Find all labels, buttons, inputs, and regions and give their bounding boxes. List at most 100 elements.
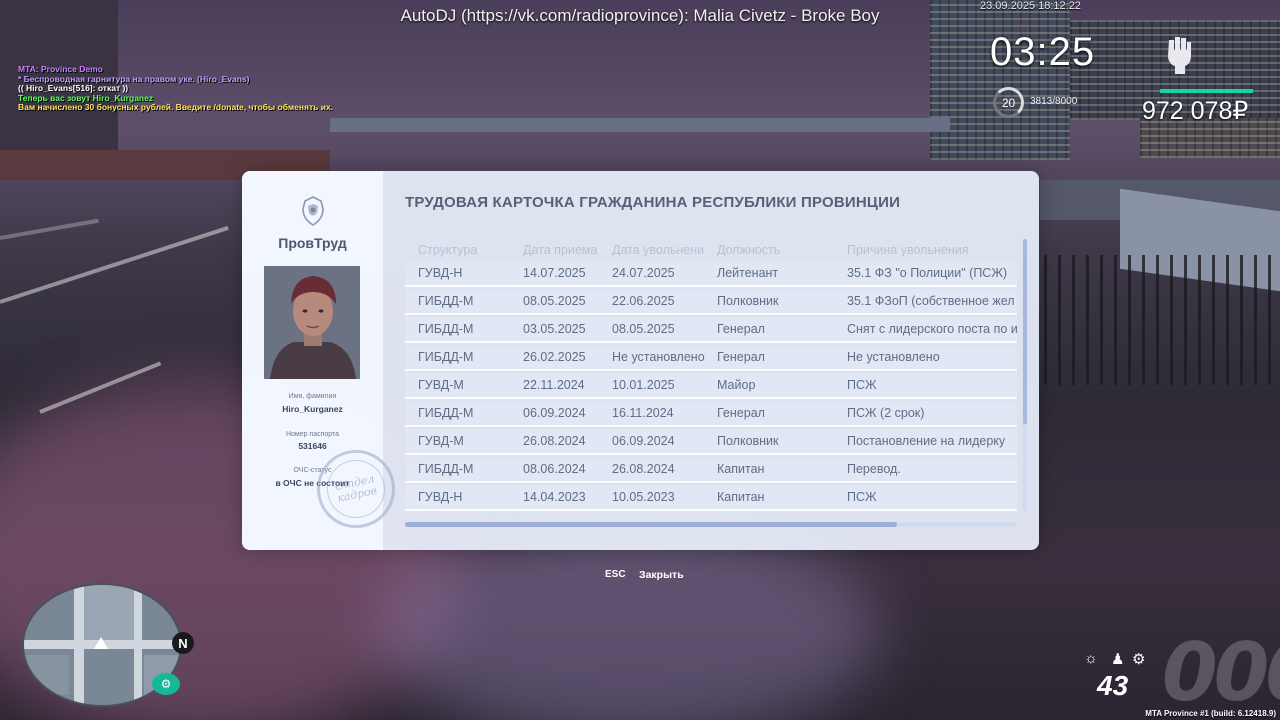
table-cell: 22.06.2025 [612,294,675,308]
road-marking [0,218,99,240]
player-arrow-icon [94,637,108,649]
experience-progress: 3813/8000 [1030,96,1078,107]
table-cell: ГУВД-М [418,378,464,392]
column-header: Должность [717,243,781,257]
headlights-icon: ☼ [1084,650,1098,667]
chat-log: MTA: Province Demo * Беспроводная гарнит… [18,64,334,113]
table-cell: ГУВД-Н [418,266,463,280]
table-cell: 16.11.2024 [612,406,674,420]
table-cell: 06.09.2024 [523,406,586,420]
table-row: ГИБДД-М 26.02.2025 Не установлено Генерал Не… [405,345,1017,371]
table-cell: 14.04.2023 [523,490,586,504]
table-cell: ГИБДД-М [418,406,474,420]
table-cell: ГИБДД-М [418,350,474,364]
table-cell: Полковник [717,294,779,308]
column-header: Причина увольнения [847,243,969,257]
north-compass-icon: N [172,632,194,654]
table-cell: ПСЖ (2 срок) [847,406,925,420]
map-block [24,655,69,695]
map-block [84,585,134,645]
table-cell: Лейтенант [717,266,779,280]
name-label: Имя, фамилия [288,393,337,400]
hr-stamp: Отдел кадров [309,442,403,536]
engine-icon: ⚙ [1132,651,1146,668]
map-road [134,585,142,705]
railing [1030,255,1280,385]
table-row: ГУВД-М 26.08.2024 06.09.2024 Полковник Поста… [405,429,1017,455]
portrait-image [264,266,360,379]
table-row: ГИБДД-М 08.06.2024 26.08.2024 Капитан Перево… [405,457,1017,483]
table-row: ГИБДД-М 03.05.2025 08.05.2025 Генерал Снят с… [405,317,1017,343]
build-info: MTA Province #1 (build: 6.12418.9) [1145,709,1276,718]
bridge [330,118,950,132]
seatbelt-icon: ♟ [1111,651,1125,668]
table-cell: 08.05.2025 [612,322,675,336]
table-cell: ПСЖ [847,490,877,504]
card-title: ТРУДОВАЯ КАРТОЧКА ГРАЖДАНИНА РЕСПУБЛИКИ … [405,194,901,211]
card-profile-panel: ПровТруд Имя, фамилия Hiro_Kurganez Номе… [242,171,403,550]
table-cell: Майор [717,378,756,392]
fuel-level: 43 [1097,670,1129,701]
table-cell: Перевод. [847,462,901,476]
table-cell: 10.01.2025 [612,378,675,392]
money-underline [1160,89,1253,93]
column-header: Дата увольнени [612,243,705,257]
table-cell: Капитан [717,462,765,476]
employment-card-modal: ПровТруд Имя, фамилия Hiro_Kurganez Номе… [242,171,1039,550]
vertical-scrollbar[interactable] [1023,239,1027,511]
table-row: ГУВД-Н 14.07.2025 24.07.2025 Лейтенант 35.1 … [405,261,1017,287]
employment-history-table[interactable]: Структура Дата приема Дата увольнени Дол… [405,239,1017,516]
speedometer: 000 [1162,626,1280,719]
chat-line: Вам начислено 30 бонусных рублей. Введит… [18,102,334,113]
table-cell: Не установлено [847,350,940,364]
table-cell: 08.05.2025 [523,294,586,308]
table-cell: 06.09.2024 [612,434,675,448]
level-ring: 20 [993,87,1024,118]
table-cell: Постановление на лидерку [847,434,1006,448]
table-row: ГИБДД-М 08.05.2025 22.06.2025 Полковник 35.1… [405,289,1017,315]
citizen-photo [264,266,360,379]
date-time: 23.09.2025 18:12:22 [980,0,1081,12]
horizontal-scrollbar[interactable] [405,522,1017,527]
road-marking [0,225,229,304]
table-row: ГИБДД-М 06.09.2024 16.11.2024 Генерал ПСЖ (2… [405,401,1017,427]
table-cell: ГУВД-М [418,434,464,448]
table-cell: 24.07.2025 [612,266,675,280]
table-cell: 22.11.2024 [523,378,585,392]
table-row: ГУВД-М 22.11.2024 10.01.2025 Майор ПСЖ [405,373,1017,399]
table-cell: 26.08.2024 [612,462,675,476]
table-cell: Не установлено [612,350,705,364]
scrollbar-thumb[interactable] [1023,239,1027,424]
table-header: Структура Дата приема Дата увольнени Дол… [405,239,1017,261]
table-cell: 03.05.2025 [523,322,586,336]
close-button[interactable]: Закрыть [639,569,684,581]
esc-key-hint[interactable]: ESC [605,569,626,580]
table-cell: Капитан [717,490,765,504]
name-value: Hiro_Kurganez [282,404,343,414]
table-cell: 35.1 ФЗ "о Полиции" (ПСЖ) [847,266,1008,280]
table-cell: ГИБДД-М [418,462,474,476]
table-row: ГУВД-Н 14.04.2023 10.05.2023 Капитан ПСЖ [405,485,1017,511]
fist-icon [1168,37,1191,74]
coat-of-arms-icon [302,196,324,226]
table-cell: ПСЖ [847,378,877,392]
scrollbar-thumb[interactable] [405,522,897,527]
table-cell: ГУВД-Н [418,490,463,504]
column-header: Дата приема [523,243,598,257]
level-value: 20 [1001,95,1016,110]
table-cell: ГИБДД-М [418,322,474,336]
money-balance: 972 078₽ [1142,97,1249,125]
table-cell: 08.06.2024 [523,462,586,476]
table-cell: 10.05.2023 [612,490,675,504]
brand-name: ПровТруд [278,235,347,251]
table-cell: 35.1 ФЗоП (собственное жел [847,294,1015,308]
table-cell: Снят с лидерского поста по и [847,322,1017,336]
vehicle-marker-icon: ⚙ [152,673,180,695]
table-cell: Генерал [717,322,765,336]
table-cell: Генерал [717,406,765,420]
table-cell: ГИБДД-М [418,294,474,308]
table-cell: 14.07.2025 [523,266,586,280]
clock-timer: 03:25 [990,30,1096,74]
passport-label: Номер паспорта [285,431,340,438]
table-cell: Генерал [717,350,765,364]
